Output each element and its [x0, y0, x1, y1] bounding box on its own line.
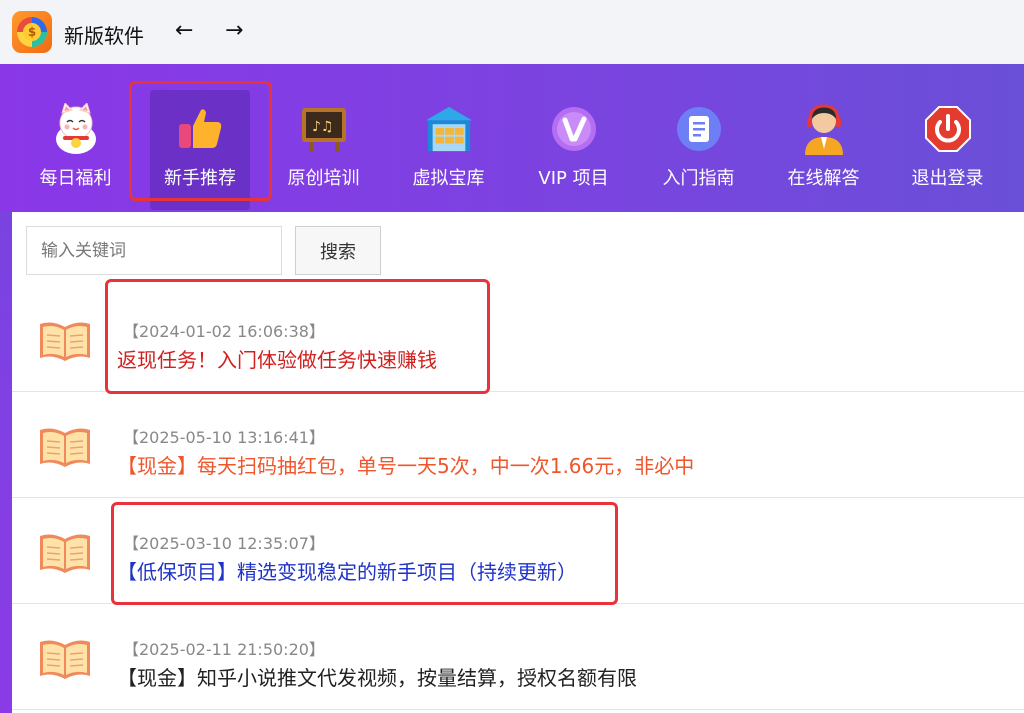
item-title: 【现金】每天扫码抽红包，单号一天5次，中一次1.66元，非必中	[117, 454, 695, 478]
toolbar-item-logout[interactable]: 退出登录	[885, 64, 1010, 212]
back-arrow-icon[interactable]: ←	[175, 18, 193, 43]
app-logo-icon: $	[12, 11, 52, 53]
toolbar-item-beginner-recommend[interactable]: 新手推荐	[150, 90, 250, 210]
chalkboard-music-icon: ♪♫	[299, 104, 349, 154]
toolbar-label: 退出登录	[911, 168, 984, 189]
toolbar-item-vip-projects[interactable]: VIP 项目	[511, 64, 636, 212]
list-item[interactable]: 【2024-01-02 16:06:38】 返现任务！入门体验做任务快速赚钱	[12, 288, 1024, 392]
item-title: 返现任务！入门体验做任务快速赚钱	[117, 348, 437, 372]
main-toolbar: 每日福利 新手推荐 ♪♫ 原创培训 虚拟宝库 VIP 项目 入门指南 在线解答 …	[0, 64, 1024, 212]
thumbs-up-icon	[175, 104, 225, 154]
search-button[interactable]: 搜索	[295, 226, 381, 275]
toolbar-label: 新手推荐	[164, 168, 236, 189]
title-bar: $ 新版软件 ← →	[0, 0, 1024, 64]
toolbar-item-original-training[interactable]: ♪♫ 原创培训	[261, 64, 386, 212]
item-date: 【2025-05-10 13:16:41】	[123, 428, 325, 447]
toolbar-label: 原创培训	[287, 168, 360, 189]
list-item[interactable]: 【2025-05-10 13:16:41】 【现金】每天扫码抽红包，单号一天5次…	[12, 394, 1024, 498]
open-book-icon	[40, 534, 90, 573]
toolbar-label: 入门指南	[662, 168, 735, 189]
svg-text:♪♫: ♪♫	[312, 119, 334, 135]
list-item[interactable]: 【2025-02-11 21:50:20】 【现金】知乎小说推文代发视频，按量结…	[12, 606, 1024, 710]
item-date: 【2024-01-02 16:06:38】	[123, 322, 325, 341]
toolbar-item-online-answers[interactable]: 在线解答	[761, 64, 886, 212]
guide-document-icon	[674, 104, 724, 154]
toolbar-label: 每日福利	[39, 168, 112, 189]
lucky-cat-icon	[51, 103, 101, 154]
toolbar-label: VIP 项目	[538, 168, 609, 189]
item-title: 【现金】知乎小说推文代发视频，按量结算，授权名额有限	[117, 666, 637, 690]
warehouse-icon	[424, 104, 474, 154]
list-item[interactable]: 【2025-03-10 12:35:07】 【低保项目】精选变现稳定的新手项目（…	[12, 500, 1024, 604]
power-button-icon	[923, 104, 973, 154]
support-agent-icon	[799, 104, 849, 155]
vip-badge-icon	[549, 104, 599, 154]
open-book-icon	[40, 640, 90, 679]
search-input[interactable]	[26, 226, 282, 275]
app-title: 新版软件	[64, 24, 144, 48]
left-accent-bar	[0, 212, 12, 713]
open-book-icon	[40, 428, 90, 467]
toolbar-item-intro-guide[interactable]: 入门指南	[636, 64, 761, 212]
toolbar-label: 虚拟宝库	[412, 168, 485, 189]
open-book-icon	[40, 322, 90, 361]
toolbar-label: 在线解答	[787, 168, 860, 189]
toolbar-item-daily-benefits[interactable]: 每日福利	[13, 64, 138, 212]
forward-arrow-icon[interactable]: →	[225, 18, 243, 43]
toolbar-item-virtual-treasury[interactable]: 虚拟宝库	[386, 64, 511, 212]
item-date: 【2025-02-11 21:50:20】	[123, 640, 325, 659]
item-date: 【2025-03-10 12:35:07】	[123, 534, 325, 553]
item-title: 【低保项目】精选变现稳定的新手项目（持续更新）	[117, 560, 577, 584]
